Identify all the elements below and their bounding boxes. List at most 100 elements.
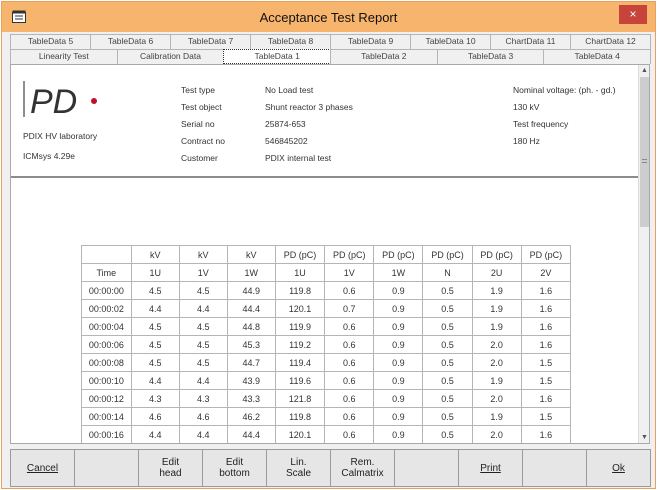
tab-calibration-data[interactable]: Calibration Data	[116, 49, 225, 64]
table-cell: 1.6	[520, 281, 571, 300]
tab-tabledata-6[interactable]: TableData 6	[90, 34, 171, 49]
table-cell: 1W	[226, 263, 276, 282]
tab-tabledata-10[interactable]: TableData 10	[410, 34, 491, 49]
table-cell: PD (pC)	[471, 245, 522, 264]
button-bar: Cancel Edit head Edit bottom Lin. Scale Rem.…	[10, 449, 651, 487]
table-cell: 0.9	[373, 317, 424, 336]
table-cell: 1.6	[520, 299, 571, 318]
test-frequency-label: Test frequency	[513, 119, 569, 129]
close-button[interactable]: ×	[619, 5, 647, 24]
table-row: 00:00:16 4.4 4.4 44.4 120.1 0.6 0.9 0.5 2.0 1.6	[81, 425, 571, 443]
data-table-container: kV kV kV PD (pC) PD (pC) PD (pC) PD (pC) PD (pC…	[81, 245, 571, 443]
vertical-scrollbar[interactable]: ▲ ▼	[638, 65, 649, 443]
table-cell: 1.5	[520, 353, 571, 372]
table-cell: 0.5	[422, 407, 473, 426]
blank-button-1[interactable]	[74, 449, 139, 487]
table-cell: 0.6	[324, 335, 375, 354]
table-row: 00:00:12 4.3 4.3 43.3 121.8 0.6 0.9 0.5 2.0 1.6	[81, 389, 571, 408]
table-cell: 4.3	[178, 389, 228, 408]
print-button[interactable]: Print	[458, 449, 523, 487]
blank-button-3[interactable]	[522, 449, 587, 487]
table-cell: 4.5	[178, 353, 228, 372]
table-cell: 0.6	[324, 371, 375, 390]
table-cell: PD (pC)	[422, 245, 473, 264]
edit-head-button[interactable]: Edit head	[138, 449, 203, 487]
table-cell: 119.8	[274, 407, 326, 426]
table-row: 00:00:14 4.6 4.6 46.2 119.8 0.6 0.9 0.5 1.9 1.5	[81, 407, 571, 426]
tab-tabledata-7[interactable]: TableData 7	[170, 34, 251, 49]
table-cell: 1U	[130, 263, 180, 282]
ok-button[interactable]: Ok	[586, 449, 651, 487]
table-cell: 44.4	[226, 299, 276, 318]
table-cell: 2.0	[471, 335, 522, 354]
table-cell: 00:00:02	[81, 299, 132, 318]
table-cell: 00:00:16	[81, 425, 132, 443]
table-cell: 4.4	[130, 371, 180, 390]
table-cell	[81, 245, 132, 264]
field-value: 546845202	[265, 136, 308, 146]
table-cell: 2U	[471, 263, 522, 282]
tab-tabledata-2[interactable]: TableData 2	[330, 49, 438, 64]
table-cell: kV	[226, 245, 276, 264]
table-cell: 120.1	[274, 299, 326, 318]
table-cell: 0.5	[422, 317, 473, 336]
table-cell: 0.9	[373, 389, 424, 408]
table-cell: 1.9	[471, 371, 522, 390]
table-cell: 119.9	[274, 317, 326, 336]
table-cell: 0.9	[373, 353, 424, 372]
scroll-thumb[interactable]	[640, 77, 649, 227]
field-label: Serial no	[181, 119, 215, 129]
table-cell: 1.9	[471, 281, 522, 300]
table-cell: 0.5	[422, 335, 473, 354]
tab-tabledata-8[interactable]: TableData 8	[250, 34, 331, 49]
tab-tabledata-9[interactable]: TableData 9	[330, 34, 411, 49]
tab-tabledata-5[interactable]: TableData 5	[10, 34, 91, 49]
table-cell: PD (pC)	[373, 245, 424, 264]
table-cell: 121.8	[274, 389, 326, 408]
scroll-down-icon[interactable]: ▼	[639, 432, 650, 443]
tab-linearity-test[interactable]: Linearity Test	[10, 49, 118, 64]
edit-bottom-button[interactable]: Edit bottom	[202, 449, 267, 487]
table-cell: 4.5	[130, 353, 180, 372]
table-cell: 0.6	[324, 353, 375, 372]
table-cell: 1V	[324, 263, 375, 282]
tab-chartdata-12[interactable]: ChartData 12	[570, 34, 651, 49]
table-cell: 4.6	[178, 407, 228, 426]
tab-chartdata-11[interactable]: ChartData 11	[490, 34, 571, 49]
tab-tabledata-4[interactable]: TableData 4	[543, 49, 652, 64]
table-cell: 4.4	[178, 425, 228, 443]
table-row: 00:00:08 4.5 4.5 44.7 119.4 0.6 0.9 0.5 2.0 1.5	[81, 353, 571, 372]
table-cell: 0.5	[422, 425, 473, 443]
table-cell: 1.6	[520, 425, 571, 443]
table-cell: PD (pC)	[520, 245, 571, 264]
cancel-button[interactable]: Cancel	[10, 449, 75, 487]
table-cell: 0.9	[373, 407, 424, 426]
test-frequency-value: 180 Hz	[513, 136, 540, 146]
table-cell: 0.9	[373, 281, 424, 300]
tab-tabledata-3[interactable]: TableData 3	[436, 49, 545, 64]
table-cell: 00:00:12	[81, 389, 132, 408]
table-cell: 4.5	[130, 317, 180, 336]
table-cell: 00:00:06	[81, 335, 132, 354]
table-cell: PD (pC)	[324, 245, 375, 264]
table-cell: 119.4	[274, 353, 326, 372]
field-value: No Load test	[265, 85, 314, 95]
table-cell: PD (pC)	[274, 245, 326, 264]
table-cell: 0.5	[422, 299, 473, 318]
field-value: Shunt reactor 3 phases	[265, 102, 353, 112]
table-cell: 4.6	[130, 407, 180, 426]
tab-tabledata-1[interactable]: TableData 1	[223, 49, 332, 64]
table-cell: 2.0	[471, 389, 522, 408]
table-cell: 0.6	[324, 389, 375, 408]
table-cell: kV	[130, 245, 180, 264]
scroll-up-icon[interactable]: ▲	[639, 65, 650, 76]
lin-scale-button[interactable]: Lin. Scale	[266, 449, 331, 487]
table-cell: 0.5	[422, 389, 473, 408]
table-cell: 120.1	[274, 425, 326, 443]
table-header-row: Time 1U 1V 1W 1U 1V 1W N 2U 2V	[81, 263, 571, 282]
header-right: Nominal voltage: (ph. - gd.) 130 kV Test…	[513, 82, 616, 150]
field-label: Test object	[181, 102, 222, 112]
rem-calmatrix-button[interactable]: Rem. Calmatrix	[330, 449, 395, 487]
blank-button-2[interactable]	[394, 449, 459, 487]
field-label: Contract no	[181, 136, 225, 146]
